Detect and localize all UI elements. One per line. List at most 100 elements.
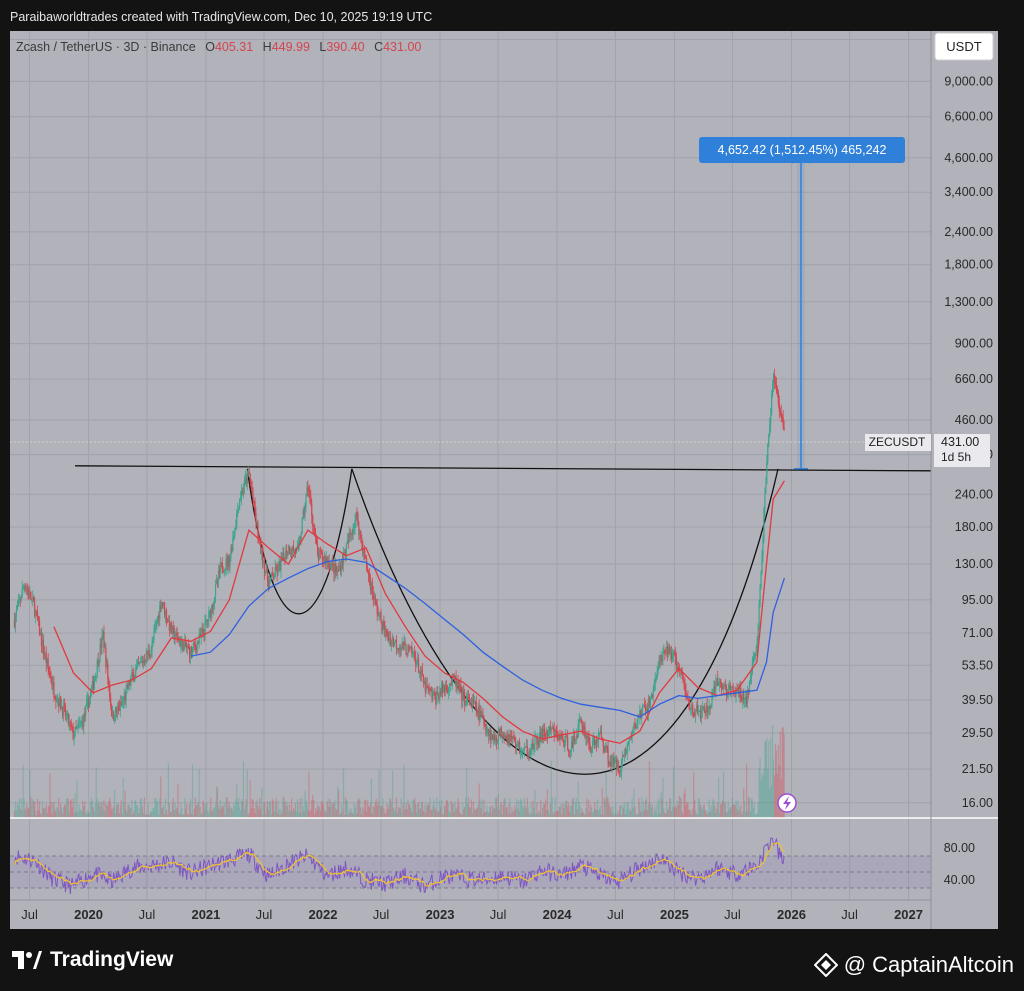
measure-label: 4,652.42 (1,512.45%) 465,242 bbox=[718, 143, 887, 157]
candle-body bbox=[16, 606, 18, 610]
candle-body bbox=[257, 522, 259, 537]
candle-body bbox=[53, 682, 55, 697]
candle-body bbox=[255, 513, 257, 523]
legend-low: 390.40 bbox=[326, 40, 364, 54]
candle-body bbox=[761, 556, 763, 574]
candle-body bbox=[516, 746, 518, 748]
tradingview-logo-icon bbox=[12, 951, 42, 969]
candle-body bbox=[237, 509, 239, 514]
candle-body bbox=[466, 697, 468, 705]
price-tick-label: 9,000.00 bbox=[944, 74, 993, 88]
candle-body bbox=[313, 526, 315, 528]
candle-body bbox=[287, 552, 289, 556]
time-tick-label: 2020 bbox=[74, 907, 103, 922]
candle-body bbox=[301, 518, 303, 534]
candle-body bbox=[688, 699, 690, 704]
candle-body bbox=[533, 744, 535, 750]
candle-body bbox=[607, 747, 609, 762]
time-tick-label: Jul bbox=[490, 907, 507, 922]
volume-bar bbox=[601, 787, 603, 818]
candle-body bbox=[233, 535, 235, 538]
candle-body bbox=[213, 597, 216, 604]
candle-body bbox=[655, 678, 657, 679]
legend-symbol: Zcash / TetherUS · 3D · Binance bbox=[16, 40, 196, 54]
currency-button[interactable]: USDT bbox=[934, 32, 994, 61]
candle-body bbox=[421, 670, 423, 676]
candle-body bbox=[214, 584, 217, 598]
candle-body bbox=[224, 567, 226, 572]
time-tick-label: Jul bbox=[256, 907, 273, 922]
time-tick-label: 2023 bbox=[426, 907, 455, 922]
candle-body bbox=[753, 657, 755, 659]
time-tick-label: 2026 bbox=[777, 907, 806, 922]
candle-body bbox=[330, 563, 332, 569]
price-tick-label: 6,600.00 bbox=[944, 110, 993, 124]
candle-body bbox=[715, 681, 717, 690]
candle-body bbox=[530, 749, 532, 754]
candle-body bbox=[56, 700, 58, 702]
candle-body bbox=[103, 632, 105, 648]
time-tick-label: 2025 bbox=[660, 907, 689, 922]
candle-body bbox=[730, 686, 732, 691]
candle-body bbox=[239, 499, 241, 510]
candle-body bbox=[710, 704, 712, 709]
candle-body bbox=[658, 660, 660, 668]
lightning-icon[interactable] bbox=[777, 793, 797, 813]
candle-body bbox=[411, 646, 413, 654]
candle-body bbox=[191, 647, 194, 654]
candle-body bbox=[720, 682, 723, 689]
candle-body bbox=[757, 625, 759, 639]
candle-body bbox=[183, 643, 185, 652]
candle-body bbox=[383, 621, 385, 627]
candle-body bbox=[85, 706, 87, 716]
candle-body bbox=[468, 698, 471, 705]
candle-body bbox=[775, 384, 778, 391]
candle-body bbox=[673, 652, 676, 654]
candle-body bbox=[238, 509, 240, 511]
candle-body bbox=[694, 715, 696, 717]
candle-body bbox=[760, 573, 762, 587]
candle-body bbox=[405, 644, 407, 655]
candle-body bbox=[596, 741, 599, 744]
candle-body bbox=[153, 630, 155, 640]
candle-body bbox=[432, 694, 434, 699]
candle-body bbox=[626, 743, 628, 754]
candle-body bbox=[366, 568, 369, 572]
candle-body bbox=[269, 577, 271, 581]
candle-body bbox=[649, 699, 652, 706]
candle-body bbox=[154, 627, 156, 631]
price-tick-label: 16.00 bbox=[962, 796, 993, 810]
candle-body bbox=[352, 527, 354, 535]
candle-body bbox=[653, 683, 655, 690]
candle-body bbox=[266, 567, 269, 581]
last-price: 431.00 bbox=[941, 435, 979, 449]
candle-body bbox=[208, 611, 210, 621]
candle-body bbox=[407, 645, 409, 656]
candle-body bbox=[65, 715, 68, 717]
price-tick-label: 180.00 bbox=[955, 520, 993, 534]
candle-body bbox=[774, 381, 777, 385]
candle-body bbox=[309, 492, 311, 497]
candle-body bbox=[83, 713, 85, 728]
candle-body bbox=[262, 547, 264, 565]
candle-body bbox=[252, 494, 254, 502]
price-tick-label: 2,400.00 bbox=[944, 225, 993, 239]
candle-body bbox=[36, 612, 39, 621]
time-tick-label: Jul bbox=[724, 907, 741, 922]
time-tick-label: Jul bbox=[21, 907, 38, 922]
candle-body bbox=[76, 726, 78, 729]
volume-bar bbox=[718, 777, 720, 818]
candle-body bbox=[98, 660, 100, 666]
candle-body bbox=[318, 550, 321, 560]
candle-body bbox=[308, 489, 310, 493]
candle-body bbox=[764, 493, 766, 510]
candle-body bbox=[750, 672, 753, 678]
candle-body bbox=[30, 592, 32, 600]
candle-body bbox=[773, 374, 776, 382]
candle-body bbox=[780, 412, 782, 415]
time-tick-label: Jul bbox=[373, 907, 390, 922]
candle-body bbox=[148, 650, 150, 655]
candle-body bbox=[176, 632, 178, 637]
candle-body bbox=[315, 537, 318, 545]
price-chart[interactable]: 4,652.42 (1,512.45%) 465,242 13,000.009,… bbox=[0, 0, 1024, 991]
